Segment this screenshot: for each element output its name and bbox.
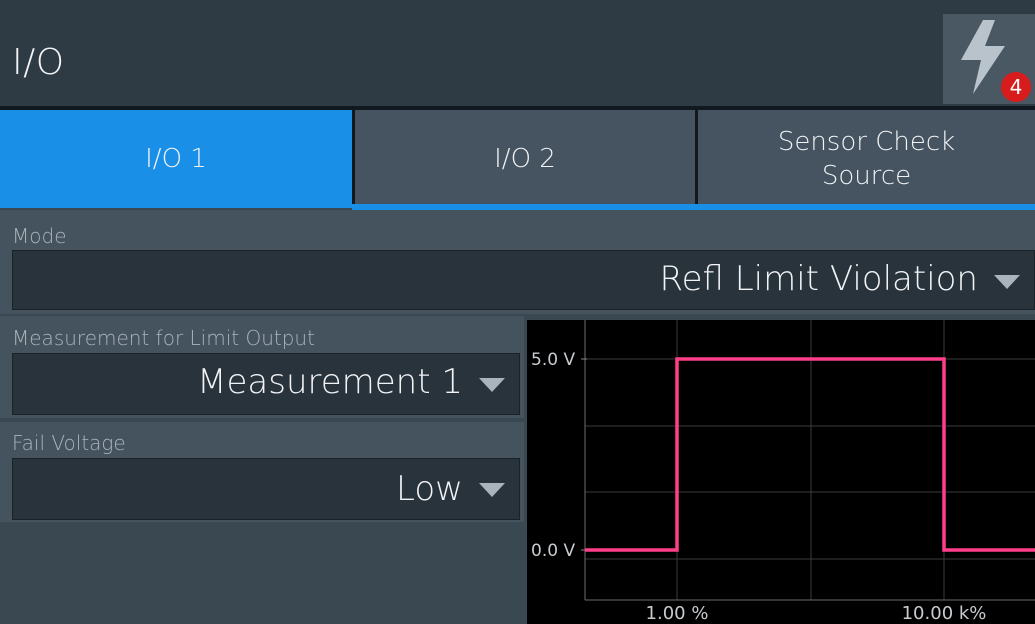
y-tick-label: 0.0 V	[531, 541, 575, 561]
tab-io-2[interactable]: I/O 2	[355, 110, 695, 208]
measurement-dropdown[interactable]: Measurement 1	[12, 353, 520, 415]
io-screen: I/O 4 I/O 1 I/O 2 Sensor Check Source Mo…	[0, 0, 1035, 624]
tab-sensor-check-source[interactable]: Sensor Check Source	[698, 110, 1035, 208]
alerts-button[interactable]: 4	[943, 14, 1035, 104]
y-tick-label: 5.0 V	[531, 350, 575, 370]
mode-dropdown[interactable]: Refl Limit Violation	[12, 250, 1035, 310]
x-tick-label: 1.00 %	[646, 603, 709, 624]
lightning-icon	[961, 20, 1005, 94]
chevron-down-icon	[479, 483, 505, 497]
measurement-label: Measurement for Limit Output	[12, 326, 315, 350]
output-signal-line	[585, 357, 1035, 552]
page-title: I/O	[12, 42, 65, 83]
tab-bar: I/O 1 I/O 2 Sensor Check Source	[0, 108, 1035, 208]
chart-svg: 5.0 V 0.0 V 1.00 % 10.00 k%	[531, 320, 1035, 624]
mode-value: Refl Limit Violation	[659, 259, 978, 299]
x-tick-label: 10.00 k%	[902, 603, 987, 624]
title-bar: I/O 4	[0, 0, 1035, 108]
tab-io-1[interactable]: I/O 1	[0, 110, 352, 208]
fail-voltage-dropdown[interactable]: Low	[12, 458, 520, 520]
chevron-down-icon	[994, 275, 1020, 289]
measurement-value: Measurement 1	[197, 362, 463, 402]
alert-count-badge: 4	[1001, 72, 1031, 102]
output-voltage-chart: 5.0 V 0.0 V 1.00 % 10.00 k%	[527, 320, 1035, 624]
fail-voltage-label: Fail Voltage	[12, 431, 126, 455]
chevron-down-icon	[479, 378, 505, 392]
fail-voltage-value: Low	[396, 469, 463, 509]
mode-label: Mode	[12, 224, 67, 248]
